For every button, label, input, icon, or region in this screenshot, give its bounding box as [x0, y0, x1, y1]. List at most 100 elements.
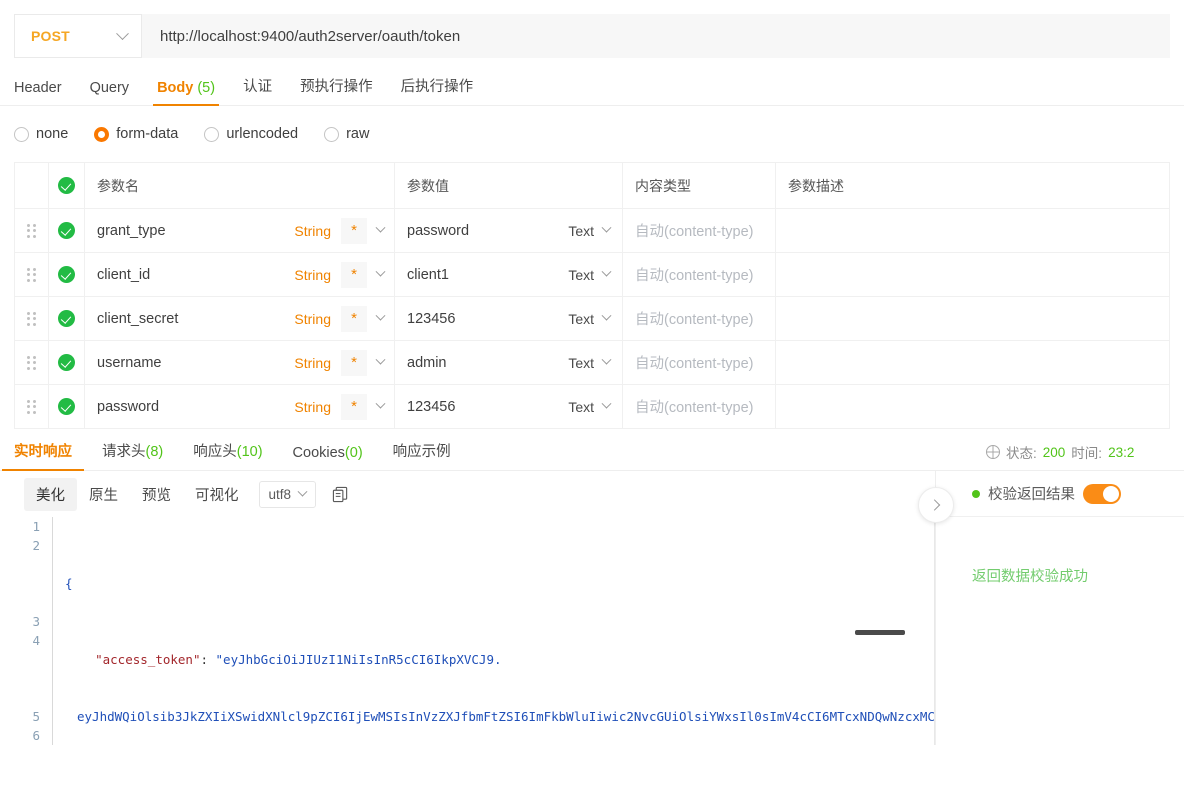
- drag-handle-icon[interactable]: [27, 399, 36, 414]
- response-code-editor[interactable]: 1 2 3 4 5 6 7 8 9 { "access_token": [0, 517, 935, 745]
- row-value-cell[interactable]: 123456 Text: [394, 384, 623, 429]
- row-drag-cell[interactable]: [14, 252, 49, 297]
- row-enabled-cell[interactable]: [48, 252, 85, 297]
- status-code: 200: [1042, 444, 1066, 460]
- check-circle-icon[interactable]: [58, 398, 75, 415]
- row-description-cell[interactable]: [775, 340, 1170, 385]
- table-row: password String * 123456 Text 自动(content…: [14, 384, 1170, 429]
- format-btn-raw[interactable]: 原生: [77, 478, 130, 511]
- row-name-cell[interactable]: username String *: [84, 340, 395, 385]
- row-value-cell[interactable]: password Text: [394, 208, 623, 253]
- tab-post-script[interactable]: 后执行操作: [401, 75, 474, 105]
- row-content-type-cell[interactable]: 自动(content-type): [622, 208, 776, 253]
- encoding-select[interactable]: utf8: [258, 480, 317, 508]
- row-name-cell[interactable]: client_id String *: [84, 252, 395, 297]
- required-toggle[interactable]: *: [341, 217, 367, 244]
- row-description-cell[interactable]: [775, 384, 1170, 429]
- tab-response-example[interactable]: 响应示例: [393, 440, 451, 470]
- row-content-type-cell[interactable]: 自动(content-type): [622, 340, 776, 385]
- row-description-cell[interactable]: [775, 208, 1170, 253]
- check-circle-icon[interactable]: [58, 177, 75, 194]
- row-name-cell[interactable]: grant_type String *: [84, 208, 395, 253]
- radio-raw[interactable]: raw: [324, 126, 369, 142]
- row-enabled-cell[interactable]: [48, 340, 85, 385]
- chevron-down-icon[interactable]: [601, 398, 612, 409]
- horizontal-scrollbar[interactable]: [855, 630, 905, 635]
- required-toggle[interactable]: *: [341, 393, 367, 420]
- row-name-cell[interactable]: password String *: [84, 384, 395, 429]
- tab-cookies[interactable]: Cookies(0): [293, 445, 363, 470]
- check-circle-icon[interactable]: [58, 266, 75, 283]
- row-drag-cell[interactable]: [14, 208, 49, 253]
- http-method-label: POST: [31, 28, 70, 44]
- row-enabled-cell[interactable]: [48, 384, 85, 429]
- tab-pre-script[interactable]: 预执行操作: [300, 75, 373, 105]
- chevron-down-icon[interactable]: [601, 266, 612, 277]
- request-tabs: Header Query Body (5) 认证 预执行操作 后执行操作: [0, 64, 1184, 106]
- radio-none[interactable]: none: [14, 126, 68, 142]
- row-drag-cell[interactable]: [14, 384, 49, 429]
- check-circle-icon[interactable]: [58, 310, 75, 327]
- param-value: password: [407, 222, 470, 239]
- row-enabled-cell[interactable]: [48, 208, 85, 253]
- drag-handle-icon[interactable]: [27, 311, 36, 326]
- tab-label: Query: [89, 80, 130, 96]
- tab-label: 认证: [243, 79, 273, 95]
- param-value: admin: [407, 354, 447, 371]
- tab-request-headers[interactable]: 请求头(8): [102, 440, 163, 470]
- chevron-down-icon: [297, 486, 308, 497]
- tab-auth[interactable]: 认证: [243, 75, 272, 105]
- chevron-down-icon[interactable]: [375, 222, 386, 233]
- row-description-cell[interactable]: [775, 252, 1170, 297]
- row-value-cell[interactable]: client1 Text: [394, 252, 623, 297]
- chevron-down-icon[interactable]: [375, 354, 386, 365]
- drag-handle-icon[interactable]: [27, 267, 36, 282]
- tab-response-headers[interactable]: 响应头(10): [193, 440, 262, 470]
- row-drag-cell[interactable]: [14, 340, 49, 385]
- format-btn-beautify[interactable]: 美化: [24, 477, 77, 511]
- value-type: Text: [568, 266, 594, 283]
- radio-form-data[interactable]: form-data: [94, 126, 178, 142]
- required-toggle[interactable]: *: [341, 261, 367, 288]
- row-value-cell[interactable]: 123456 Text: [394, 296, 623, 341]
- format-btn-visualize[interactable]: 可视化: [183, 478, 251, 511]
- row-content-type-cell[interactable]: 自动(content-type): [622, 384, 776, 429]
- row-content-type-cell[interactable]: 自动(content-type): [622, 296, 776, 341]
- row-description-cell[interactable]: [775, 296, 1170, 341]
- format-btn-preview[interactable]: 预览: [130, 478, 183, 511]
- row-name-cell[interactable]: client_secret String *: [84, 296, 395, 341]
- radio-urlencoded[interactable]: urlencoded: [204, 126, 298, 142]
- row-value-cell[interactable]: admin Text: [394, 340, 623, 385]
- drag-handle-icon[interactable]: [27, 223, 36, 238]
- header-label: 参数值: [407, 177, 449, 194]
- chevron-down-icon[interactable]: [601, 354, 612, 365]
- chevron-down-icon[interactable]: [375, 310, 386, 321]
- tab-label: Body: [157, 80, 194, 96]
- chevron-down-icon[interactable]: [601, 310, 612, 321]
- row-enabled-cell[interactable]: [48, 296, 85, 341]
- code-content[interactable]: { "access_token": "eyJhbGciOiJIUzI1NiIsI…: [52, 517, 935, 745]
- response-tabs: 实时响应 请求头(8) 响应头(10) Cookies(0) 响应示例 状态: …: [0, 431, 1184, 471]
- row-content-type-cell[interactable]: 自动(content-type): [622, 252, 776, 297]
- tab-header[interactable]: Header: [14, 80, 62, 105]
- required-toggle[interactable]: *: [341, 305, 367, 332]
- chevron-down-icon[interactable]: [375, 266, 386, 277]
- response-body-area: 美化 原生 预览 可视化 utf8 1 2 3 4 5 6 {"access_…: [0, 471, 1184, 745]
- tab-body[interactable]: Body (5): [153, 80, 220, 106]
- encoding-label: utf8: [268, 486, 292, 502]
- required-toggle[interactable]: *: [341, 349, 367, 376]
- row-drag-cell[interactable]: [14, 296, 49, 341]
- chevron-down-icon[interactable]: [601, 222, 612, 233]
- url-input[interactable]: http://localhost:9400/auth2server/oauth/…: [142, 14, 1170, 58]
- panel-collapse-button[interactable]: [918, 487, 954, 523]
- check-circle-icon[interactable]: [58, 222, 75, 239]
- parameters-table-wrapper: 参数名 参数值 内容类型 参数描述 grant_type String * pa…: [0, 162, 1184, 429]
- tab-query[interactable]: Query: [90, 80, 130, 105]
- check-circle-icon[interactable]: [58, 354, 75, 371]
- http-method-select[interactable]: POST: [14, 14, 142, 58]
- validation-toggle[interactable]: [1083, 483, 1121, 504]
- drag-handle-icon[interactable]: [27, 355, 36, 370]
- tab-live-response[interactable]: 实时响应: [2, 440, 84, 471]
- copy-icon[interactable]: [332, 486, 349, 503]
- chevron-down-icon[interactable]: [375, 398, 386, 409]
